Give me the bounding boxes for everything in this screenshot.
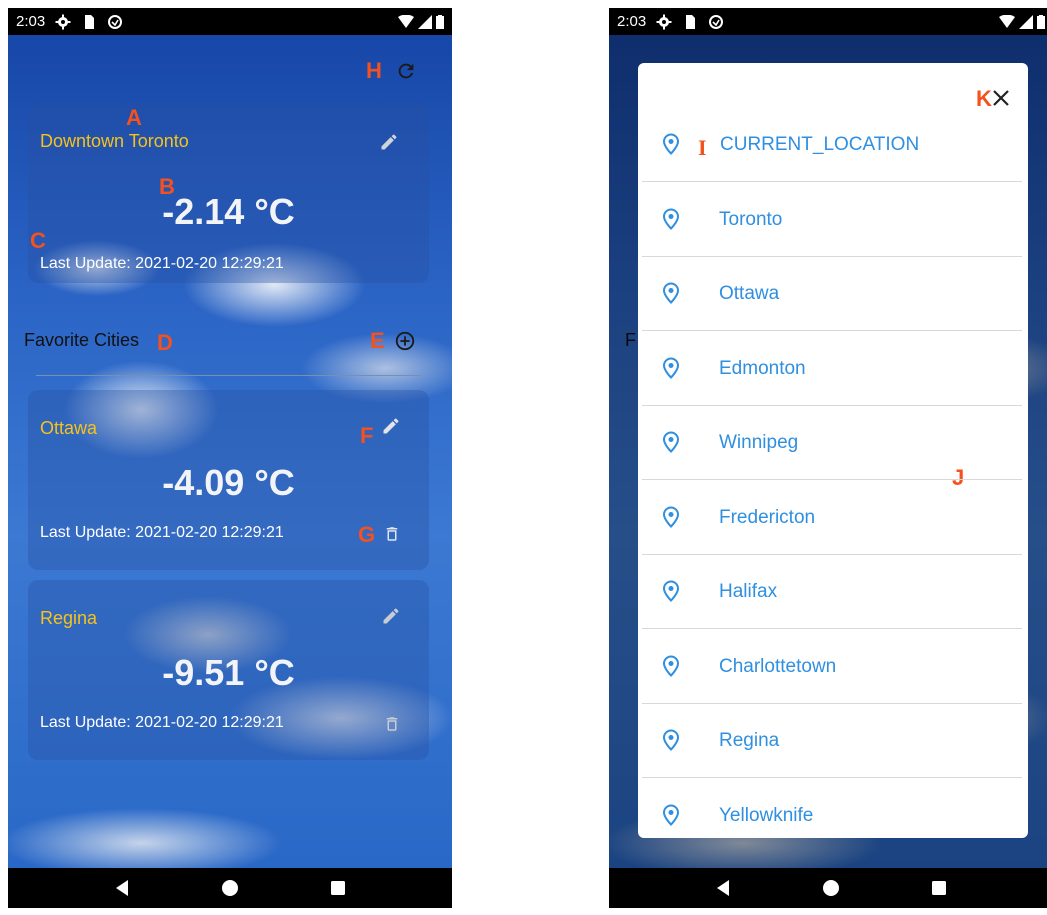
city-list-item-label: Edmonton (719, 357, 806, 379)
city-list-item-label: Charlottetown (719, 655, 837, 677)
sd-card-status-icon (686, 14, 696, 29)
location-pin-icon (662, 803, 680, 826)
location-pin-icon (662, 356, 680, 379)
location-pin-icon (662, 207, 680, 230)
card-city-name: Ottawa (40, 418, 98, 438)
favorite-cities-title: Favorite Cities (24, 330, 140, 350)
pencil-icon (381, 134, 397, 150)
city-list-item[interactable]: Winnipeg (642, 406, 1022, 480)
navigation-bar (8, 868, 452, 908)
section-divider (36, 375, 421, 376)
city-list-item-label: Winnipeg (719, 432, 799, 453)
trash-icon (386, 717, 398, 731)
city-list-item-label: Halifax (719, 581, 778, 602)
city-list-item-label: Ottawa (719, 283, 780, 304)
city-list-item-label: Regina (719, 730, 780, 751)
nav-home-icon (222, 880, 238, 896)
location-pin-icon (662, 431, 680, 453)
settings-status-icon (55, 14, 71, 29)
edit-button[interactable] (377, 412, 405, 440)
city-list-item-label: Toronto (719, 208, 783, 230)
battery-status-icon (1037, 14, 1045, 29)
nav-recents-icon (331, 881, 345, 895)
edit-button[interactable] (375, 128, 403, 156)
nav-back-button[interactable] (711, 876, 735, 900)
city-list-item-label: Yellowknife (719, 804, 814, 826)
card-temperature: -9.51 °C (162, 652, 295, 693)
status-time: 2:03 (617, 13, 647, 30)
nav-home-button[interactable] (819, 876, 843, 900)
add-circle-icon (395, 331, 415, 351)
marker-h: H (366, 58, 382, 83)
card-temperature: -4.09 °C (162, 462, 295, 503)
wifi-status-icon (398, 14, 414, 28)
navigation-bar (609, 868, 1047, 908)
location-pin-icon (662, 654, 680, 677)
signal-status-icon (1019, 14, 1033, 29)
location-pin-icon (662, 580, 680, 602)
nav-recents-button[interactable] (326, 876, 350, 900)
refresh-button[interactable] (392, 57, 420, 85)
data-saver-status-icon (108, 14, 123, 29)
sd-card-status-icon (85, 14, 95, 29)
card-city-name: Downtown Toronto (40, 131, 189, 151)
favorite-card-regina[interactable]: Regina -9.51 °C Last Update: 2021-02-20 … (28, 580, 429, 760)
city-list-item[interactable]: Edmonton (642, 332, 1022, 406)
status-bar: 2:03 (8, 8, 452, 35)
add-city-button[interactable] (391, 327, 419, 355)
current-location-card[interactable]: A Downtown Toronto B -2.14 °C C Last Upd… (28, 103, 429, 283)
settings-status-icon (656, 14, 672, 29)
city-list-item[interactable]: Halifax (642, 555, 1022, 629)
city-list-item[interactable]: Regina (642, 704, 1022, 778)
nav-recents-button[interactable] (927, 876, 951, 900)
city-list-item-label: Fredericton (719, 506, 816, 528)
nav-recents-icon (932, 881, 946, 895)
wifi-status-icon (999, 14, 1015, 28)
status-time: 2:03 (16, 13, 46, 30)
pencil-icon (383, 608, 399, 624)
nav-home-icon (823, 880, 839, 896)
status-bar: 2:03 (609, 8, 1047, 35)
city-list-item-label: CURRENT_LOCATION (720, 134, 920, 155)
marker-f: F (360, 423, 374, 448)
phone-right: F 2:03 K I J CURRENT_LOCATION Toronto Otta… (609, 8, 1047, 908)
phone-left: 2:03 H A Downtown Toronto B -2.14 °C C L… (8, 8, 452, 908)
nav-back-icon (717, 880, 729, 896)
marker-a: A (126, 105, 142, 130)
card-last-update: Last Update: 2021-02-20 12:29:21 (40, 255, 284, 272)
city-list-item[interactable]: CURRENT_LOCATION (642, 108, 1022, 182)
marker-d: D (157, 330, 173, 355)
signal-status-icon (418, 14, 432, 29)
marker-g: G (358, 522, 376, 547)
trash-icon (386, 527, 398, 541)
city-list-item[interactable]: Yellowknife (642, 779, 1022, 839)
city-list-item[interactable]: Toronto (642, 183, 1022, 257)
edit-button[interactable] (377, 602, 405, 630)
city-list-item[interactable]: Ottawa (642, 257, 1022, 331)
city-list-item[interactable]: Fredericton (642, 481, 1022, 555)
pencil-icon (383, 418, 399, 434)
card-city-name: Regina (40, 608, 98, 628)
nav-home-button[interactable] (218, 876, 242, 900)
favorite-card-ottawa[interactable]: Ottawa F -4.09 °C Last Update: 2021-02-2… (28, 390, 429, 570)
city-list-item[interactable]: Charlottetown (642, 630, 1022, 704)
delete-button[interactable] (378, 710, 406, 738)
delete-button[interactable] (378, 520, 406, 548)
location-pin-icon (662, 282, 680, 304)
nav-back-button[interactable] (110, 876, 134, 900)
close-icon (993, 90, 1009, 106)
location-pin-icon (662, 133, 680, 155)
location-pin-icon (662, 505, 680, 528)
battery-status-icon (436, 14, 444, 29)
city-picker-dialog: K I J CURRENT_LOCATION Toronto Ottawa Edmon… (638, 63, 1028, 838)
nav-back-icon (116, 880, 128, 896)
refresh-icon (398, 63, 414, 79)
data-saver-status-icon (709, 14, 724, 29)
card-last-update: Last Update: 2021-02-20 12:29:21 (40, 714, 284, 731)
card-temperature: -2.14 °C (162, 191, 295, 232)
card-last-update: Last Update: 2021-02-20 12:29:21 (40, 524, 284, 541)
marker-c: C (30, 228, 46, 253)
marker-e: E (370, 328, 385, 353)
location-pin-icon (662, 729, 680, 751)
